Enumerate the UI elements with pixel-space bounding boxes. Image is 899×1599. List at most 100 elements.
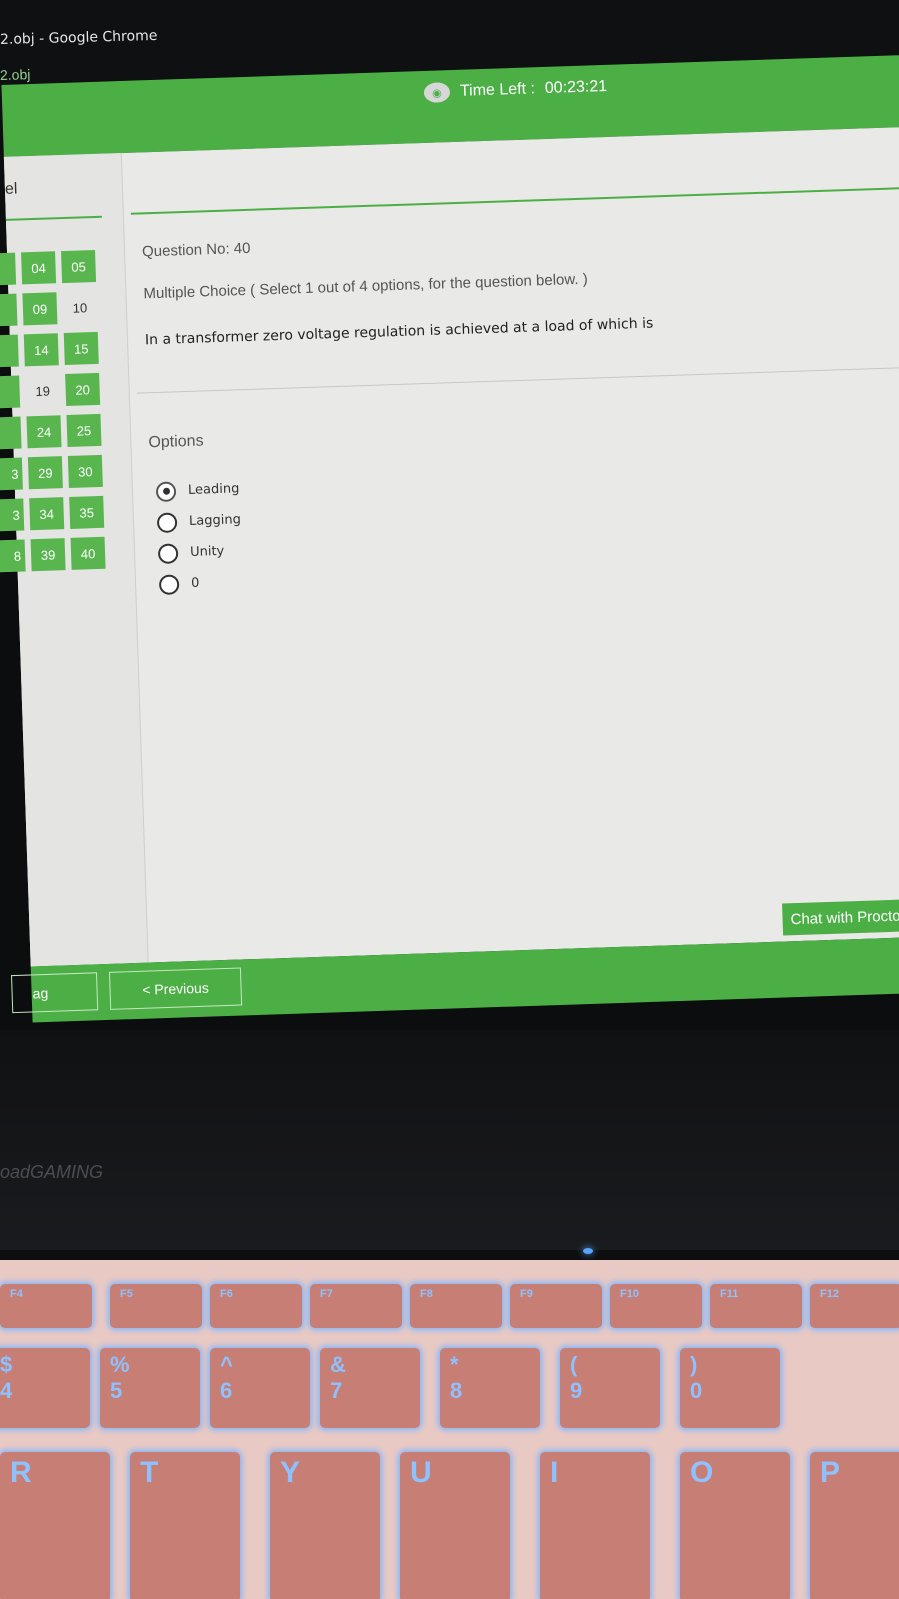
exam-page: ◉ Time Left : 00:23:21 el 04 05 09 10 14 15 19… xyxy=(0,9,899,1024)
key-digit: 7 xyxy=(330,1378,343,1403)
previous-button[interactable]: < Previous xyxy=(108,967,243,1010)
option-radio[interactable] xyxy=(158,573,180,595)
question-cell[interactable]: 30 xyxy=(67,454,103,488)
question-cell[interactable]: 09 xyxy=(22,292,58,326)
key-symbol: ( xyxy=(570,1352,578,1377)
option-label: 0 xyxy=(190,575,200,591)
function-key: F10 xyxy=(610,1284,702,1328)
flag-button[interactable]: ag xyxy=(11,972,99,1014)
question-palette: el 04 05 09 10 14 15 19 20 24 25 3 29 30 3 34 35 8 39 40 xyxy=(0,153,149,967)
function-key: F12 xyxy=(810,1284,899,1328)
key-symbol: $ xyxy=(0,1352,13,1377)
letter-key: U xyxy=(400,1452,510,1599)
option-radio[interactable] xyxy=(155,480,177,502)
number-key: $4 xyxy=(0,1348,90,1428)
photo-of-screen: 2.obj - Google Chrome 2.obj ◉ Time Left … xyxy=(0,0,899,1599)
key-symbol: ) xyxy=(690,1352,698,1377)
laptop-bezel xyxy=(0,1030,899,1250)
letter-key: T xyxy=(130,1452,240,1599)
function-key: F8 xyxy=(410,1284,502,1328)
function-key: F9 xyxy=(510,1284,602,1328)
function-key: F6 xyxy=(210,1284,302,1328)
radio-selected-dot xyxy=(162,487,170,495)
question-panel: Question No: 40 Multiple Choice ( Select… xyxy=(129,127,899,963)
letter-key: I xyxy=(540,1452,650,1599)
power-led xyxy=(583,1248,593,1254)
option-radio[interactable] xyxy=(157,542,179,564)
number-key: ^ 6 xyxy=(210,1348,310,1428)
function-key: F11 xyxy=(710,1284,802,1328)
question-cell-partial[interactable]: 3 xyxy=(0,457,23,491)
question-cell-partial[interactable] xyxy=(0,252,17,286)
number-key: (9 xyxy=(560,1348,660,1428)
question-cell[interactable]: 40 xyxy=(70,536,106,570)
function-key: F4 xyxy=(0,1284,92,1328)
key-digit: 5 xyxy=(110,1378,123,1403)
question-text: In a transformer zero voltage regulation… xyxy=(144,315,654,349)
question-cell[interactable]: 29 xyxy=(27,456,63,490)
brand-name: oad xyxy=(0,1162,31,1182)
letter-key: P xyxy=(810,1452,899,1599)
option-label: Unity xyxy=(189,543,225,560)
options-divider xyxy=(136,366,899,394)
question-cell[interactable]: 15 xyxy=(63,331,99,366)
number-key: ) 0 xyxy=(680,1348,780,1428)
question-cell[interactable]: 25 xyxy=(66,413,102,447)
timer-value: 00:23:21 xyxy=(544,77,608,97)
key-digit: 6 xyxy=(220,1378,233,1403)
letter-key: O xyxy=(680,1452,790,1599)
number-key: * 8 xyxy=(440,1348,540,1428)
question-cell[interactable]: 39 xyxy=(30,538,66,572)
options-title: Options xyxy=(148,432,204,452)
sidebar-divider xyxy=(5,215,102,221)
laptop-brand-logo: oadGAMING xyxy=(0,1158,103,1184)
question-cell-partial[interactable]: 3 xyxy=(0,498,25,532)
question-cell[interactable]: 35 xyxy=(69,495,105,529)
question-cell[interactable]: 14 xyxy=(23,333,59,367)
letter-key: Y xyxy=(270,1452,380,1599)
question-type: Multiple Choice ( Select 1 out of 4 opti… xyxy=(143,270,588,303)
question-cell[interactable]: 04 xyxy=(21,251,57,285)
option-radio[interactable] xyxy=(156,511,178,533)
brand-suffix: GAMING xyxy=(30,1162,104,1182)
option-row[interactable]: 0 xyxy=(158,566,244,600)
laptop-keyboard: F4 F5 F6 F7 F8 F9 F10 F11 F12 $4% 5 ^ 6 & 7 * 8(9) 0 R T Y U I… xyxy=(0,1260,899,1599)
question-cell-partial[interactable] xyxy=(0,416,22,450)
number-key: % 5 xyxy=(100,1348,200,1428)
question-cell-partial[interactable] xyxy=(0,334,19,368)
sidebar-label: el xyxy=(4,180,18,198)
key-digit: 8 xyxy=(450,1378,463,1403)
key-digit: 9 xyxy=(570,1378,583,1403)
letter-key: R xyxy=(0,1452,110,1599)
chat-with-proctor-button[interactable]: Chat with Proctor - VIHAN SINGH xyxy=(782,893,899,936)
key-symbol: * xyxy=(450,1352,459,1377)
question-cell[interactable]: 05 xyxy=(61,249,97,284)
option-label: Leading xyxy=(187,481,240,499)
clock-icon: ◉ xyxy=(423,82,451,103)
question-cell-partial[interactable] xyxy=(0,293,18,327)
function-key: F7 xyxy=(310,1284,402,1328)
key-digit: 4 xyxy=(0,1378,13,1403)
question-cell[interactable]: 19 xyxy=(25,374,61,408)
content-divider xyxy=(130,186,899,215)
question-cell[interactable]: 20 xyxy=(65,372,101,407)
timer-label: Time Left : xyxy=(459,80,536,100)
option-row[interactable]: Leading xyxy=(155,473,241,507)
number-key: & 7 xyxy=(320,1348,420,1428)
question-cell[interactable]: 10 xyxy=(62,290,98,325)
question-number: Question No: 40 xyxy=(141,239,251,261)
page-body: el 04 05 09 10 14 15 19 20 24 25 3 29 30 3 34 35 8 39 40 Q… xyxy=(0,126,899,967)
question-cell-partial[interactable]: 8 xyxy=(0,539,26,573)
function-key: F5 xyxy=(110,1284,202,1328)
timer: ◉ Time Left : 00:23:21 xyxy=(423,77,608,103)
option-label: Lagging xyxy=(188,512,242,529)
question-grid: 04 05 09 10 14 15 19 20 24 25 3 29 30 3 34 35 8 39 40 xyxy=(0,249,106,573)
question-cell[interactable]: 24 xyxy=(26,415,62,449)
options-list: Leading Lagging Unity 0 xyxy=(155,473,244,600)
key-symbol: % xyxy=(110,1352,130,1377)
option-row[interactable]: Unity xyxy=(157,535,243,569)
key-digit: 0 xyxy=(690,1378,703,1403)
question-cell-partial[interactable] xyxy=(0,375,21,409)
question-cell[interactable]: 34 xyxy=(29,497,65,531)
option-row[interactable]: Lagging xyxy=(156,504,242,538)
